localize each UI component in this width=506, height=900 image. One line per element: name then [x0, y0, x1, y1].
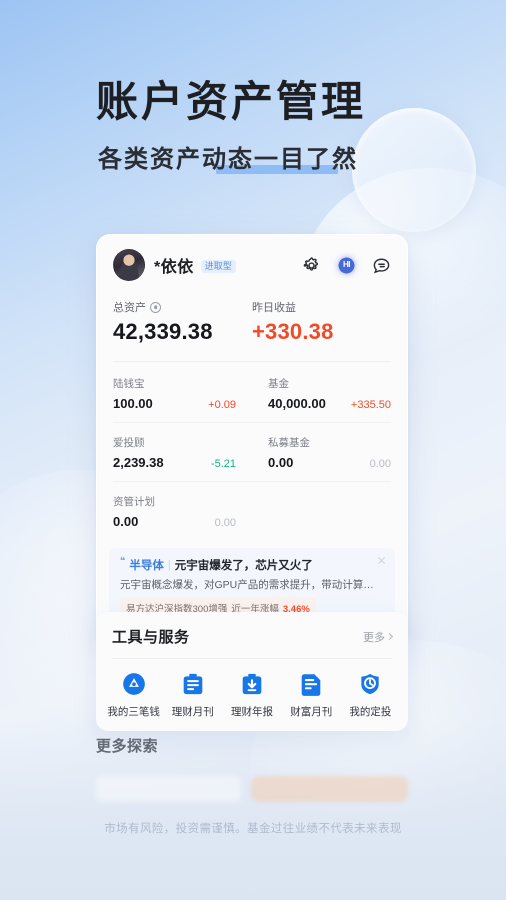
quote-icon: ❝ — [120, 556, 126, 567]
asset-values: 40,000.00 +335.50 — [268, 396, 391, 411]
page-title: 账户资产管理 — [96, 78, 367, 125]
asset-name: 爱投顾 — [113, 437, 145, 449]
auto-invest-icon — [357, 671, 383, 697]
close-icon[interactable] — [377, 556, 386, 565]
annual-report-icon — [239, 671, 265, 697]
asset-change: -5.21 — [210, 458, 236, 470]
asset-amount: 0.00 — [268, 455, 294, 470]
explore-title: 更多探索 — [96, 738, 159, 755]
total-assets-label: 总资产 — [113, 302, 146, 314]
tool-label: 我的三笔钱 — [107, 706, 160, 718]
asset-change: +335.50 — [350, 399, 391, 411]
asset-item-fund[interactable]: 基金 40,000.00 +335.50 — [252, 364, 407, 422]
explore-placeholder-left — [96, 776, 241, 802]
table-row: 陆钱宝 100.00 +0.09 基金 40,000.00 +335.50 — [97, 364, 407, 422]
asset-values: 0.00 0.00 — [268, 455, 391, 470]
tool-label: 财富月刊 — [290, 706, 333, 718]
monthly-report-icon — [180, 671, 206, 697]
asset-change: 0.00 — [214, 517, 236, 529]
yesterday-profit-label: 昨日收益 — [252, 302, 296, 314]
risk-profile-badge: 进取型 — [200, 259, 236, 273]
news-description: 元宇宙概念爆发，对GPU产品的需求提升，带动计算芯片板块... — [120, 579, 384, 591]
tool-label: 理财月刊 — [171, 706, 214, 718]
asset-amount: 2,239.38 — [113, 455, 164, 470]
tools-title: 工具与服务 — [112, 629, 190, 646]
tools-divider — [112, 658, 392, 659]
decorative-circle — [352, 108, 476, 232]
gear-icon[interactable] — [302, 256, 321, 275]
username-label: *依依 — [154, 259, 194, 276]
hero-subtitle-block: 各类资产动态一目了然 — [98, 139, 358, 175]
asset-item-lqb[interactable]: 陆钱宝 100.00 +0.09 — [97, 364, 252, 422]
tools-more-label: 更多 — [363, 631, 385, 644]
asset-values: 100.00 +0.09 — [113, 396, 236, 411]
asset-item-private-fund[interactable]: 私募基金 0.00 0.00 — [252, 423, 407, 481]
tools-grid: 我的三笔钱 理财月刊 理财年报 财富月刊 我的定投 — [96, 671, 408, 719]
yesterday-profit-label-row: 昨日收益 — [252, 299, 391, 315]
yesterday-profit-block[interactable]: 昨日收益 +330.38 — [252, 299, 391, 345]
assistant-icon[interactable]: HI — [337, 255, 356, 275]
news-title: 元宇宙爆发了，芯片又火了 — [174, 560, 313, 572]
asset-name: 资管计划 — [113, 496, 155, 508]
asset-summary: 总资产 42,339.38 昨日收益 +330.38 — [97, 293, 407, 361]
account-card: *依依 进取型 HI 总资产 42,339.38 昨日收益 +330.38 陆钱… — [96, 234, 408, 644]
total-assets-label-row: 总资产 — [113, 299, 252, 315]
wealth-monthly-icon — [298, 671, 324, 697]
table-row: 资管计划 0.00 0.00 — [97, 482, 407, 540]
news-separator: | — [167, 559, 171, 571]
hero-heading-block: 账户资产管理 各类资产动态一目了然 — [96, 78, 367, 175]
eye-icon[interactable] — [150, 301, 161, 313]
total-assets-block[interactable]: 总资产 42,339.38 — [113, 299, 252, 345]
tool-item-auto-invest[interactable]: 我的定投 — [341, 671, 400, 719]
asset-item-advisor[interactable]: 爱投顾 2,239.38 -5.21 — [97, 423, 252, 481]
tool-item-wealth-monthly[interactable]: 财富月刊 — [282, 671, 341, 719]
asset-change: 0.00 — [369, 458, 391, 470]
card-header: *依依 进取型 HI — [97, 235, 407, 293]
asset-change: +0.09 — [208, 399, 236, 411]
tool-item-monthly-report[interactable]: 理财月刊 — [163, 671, 222, 719]
explore-placeholder-row — [96, 776, 408, 802]
message-icon[interactable] — [372, 256, 391, 275]
asset-amount: 40,000.00 — [268, 396, 326, 411]
tool-item-three-money[interactable]: 我的三笔钱 — [104, 671, 163, 719]
news-header: ❝ 半导体 | 元宇宙爆发了，芯片又火了 — [120, 557, 384, 573]
asset-item-asset-plan[interactable]: 资管计划 0.00 0.00 — [97, 482, 252, 540]
explore-placeholder-right — [250, 776, 408, 802]
risk-disclaimer: 市场有风险，投资需谨慎。基金过往业绩不代表未来表现 — [104, 823, 402, 835]
chevron-right-icon — [385, 632, 394, 641]
tools-and-services-card: 工具与服务 更多 我的三笔钱 理财月刊 理财年报 财富月刊 我的定投 — [96, 612, 408, 731]
asset-name: 陆钱宝 — [113, 378, 145, 390]
avatar[interactable] — [113, 249, 145, 281]
asset-values: 0.00 0.00 — [113, 514, 236, 529]
three-money-icon — [121, 671, 147, 697]
yesterday-profit-value: +330.38 — [252, 319, 334, 344]
table-row: 爱投顾 2,239.38 -5.21 私募基金 0.00 0.00 — [97, 423, 407, 481]
asset-name: 私募基金 — [268, 437, 310, 449]
asset-name: 基金 — [268, 378, 289, 390]
asset-values: 2,239.38 -5.21 — [113, 455, 236, 470]
tool-label: 理财年报 — [231, 706, 273, 718]
tool-label: 我的定投 — [349, 706, 392, 718]
assistant-icon-label: HI — [343, 260, 351, 269]
tools-more-link[interactable]: 更多 — [363, 629, 394, 645]
asset-amount: 100.00 — [113, 396, 153, 411]
asset-amount: 0.00 — [113, 514, 139, 529]
card-header-actions: HI — [302, 255, 391, 275]
news-tag[interactable]: 半导体 — [129, 557, 164, 573]
asset-list: 陆钱宝 100.00 +0.09 基金 40,000.00 +335.50 爱投… — [97, 362, 407, 546]
total-assets-value: 42,339.38 — [113, 319, 213, 344]
page-subtitle: 各类资产动态一目了然 — [98, 146, 358, 174]
tool-item-annual-report[interactable]: 理财年报 — [222, 671, 281, 719]
explore-section: 更多探索 — [96, 735, 408, 802]
tools-header: 工具与服务 更多 — [96, 626, 408, 658]
